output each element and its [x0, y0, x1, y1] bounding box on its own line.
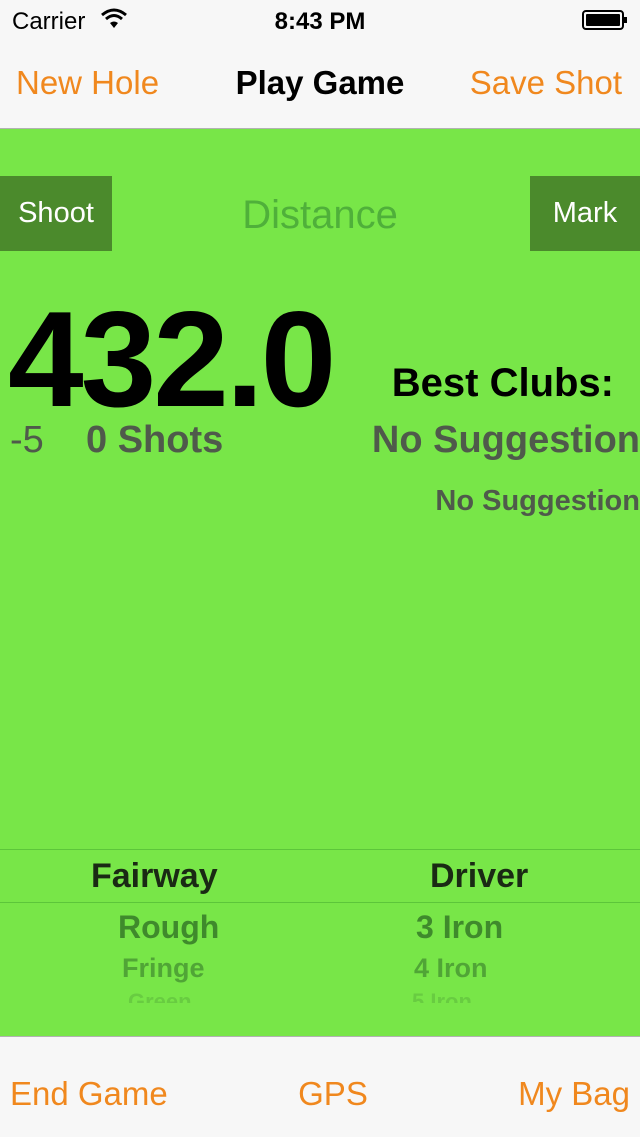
- shots-count: 0 Shots: [86, 419, 224, 461]
- battery-icon: [582, 10, 627, 30]
- lie-picker[interactable]: Fairway Rough Fringe Green: [0, 849, 320, 1009]
- my-bag-button[interactable]: My Bag: [518, 1075, 630, 1113]
- club-suggestion-primary: No Suggestion: [371, 419, 640, 461]
- mark-button[interactable]: Mark: [530, 176, 640, 251]
- picker-option[interactable]: Fringe: [122, 953, 205, 984]
- club-suggestion-secondary: No Suggestion: [435, 485, 640, 517]
- picker-selected-item[interactable]: Driver: [430, 857, 528, 896]
- new-hole-button[interactable]: New Hole: [16, 64, 159, 102]
- bottom-toolbar: End Game GPS My Bag: [0, 1036, 640, 1137]
- picker-option[interactable]: 4 Iron: [414, 953, 488, 984]
- picker-option[interactable]: 5 Iron: [412, 989, 472, 1003]
- picker-option[interactable]: 3 Iron: [416, 909, 503, 946]
- save-shot-button[interactable]: Save Shot: [470, 64, 622, 102]
- picker-option[interactable]: Green: [128, 989, 192, 1003]
- game-panel: Shoot Distance Mark 432.0 Best Clubs: -5…: [0, 129, 640, 1036]
- status-time: 8:43 PM: [274, 8, 366, 35]
- picker-option[interactable]: Rough: [118, 909, 219, 946]
- best-clubs-label: Best Clubs:: [391, 361, 614, 405]
- club-picker[interactable]: Driver 3 Iron 4 Iron 5 Iron: [320, 849, 640, 1009]
- picker-selected-item[interactable]: Fairway: [91, 857, 218, 896]
- navigation-bar: New Hole Play Game Save Shot: [0, 40, 640, 129]
- status-bar: Carrier 8:43 PM: [0, 0, 640, 40]
- distance-value: 432.0: [8, 283, 336, 435]
- par-difference: -5: [10, 419, 44, 461]
